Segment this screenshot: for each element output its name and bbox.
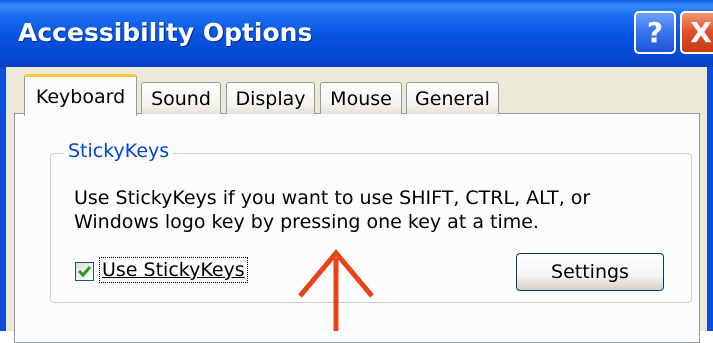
- use-stickykeys-label[interactable]: Use StickyKeys: [99, 257, 248, 283]
- help-button[interactable]: ?: [634, 11, 676, 54]
- stickykeys-group-title: StickyKeys: [64, 140, 174, 162]
- window-frame-left: [0, 67, 6, 331]
- title-bar[interactable]: Accessibility Options ? X: [0, 0, 713, 67]
- help-icon: ?: [646, 16, 664, 49]
- tab-mouse-label: Mouse: [330, 87, 392, 110]
- description-line-2: Windows logo key by pressing one key at …: [74, 211, 539, 233]
- use-stickykeys-label-text: Use StickyKeys: [102, 259, 245, 281]
- close-button[interactable]: X: [680, 11, 713, 54]
- tab-keyboard-label: Keyboard: [35, 85, 126, 108]
- tab-display[interactable]: Display: [226, 82, 315, 114]
- tab-mouse[interactable]: Mouse: [320, 82, 402, 114]
- close-icon: X: [690, 16, 712, 49]
- checkmark-icon: [77, 266, 92, 278]
- stickykeys-description: Use StickyKeys if you want to use SHIFT,…: [74, 186, 590, 234]
- description-line-1: Use StickyKeys if you want to use SHIFT,…: [74, 187, 591, 209]
- tab-keyboard[interactable]: Keyboard: [24, 74, 137, 116]
- tab-display-label: Display: [235, 87, 306, 110]
- tab-sound[interactable]: Sound: [141, 82, 221, 114]
- use-stickykeys-checkbox[interactable]: [75, 262, 94, 281]
- window-title: Accessibility Options: [18, 18, 313, 47]
- settings-button-label: Settings: [551, 261, 629, 283]
- window-frame-right: [707, 67, 713, 331]
- accessibility-options-window: Accessibility Options ? X Keyboard Sound…: [0, 0, 713, 343]
- settings-button[interactable]: Settings: [516, 253, 664, 291]
- tab-general[interactable]: General: [406, 82, 499, 114]
- tab-sound-label: Sound: [151, 87, 211, 110]
- tab-general-label: General: [415, 87, 490, 110]
